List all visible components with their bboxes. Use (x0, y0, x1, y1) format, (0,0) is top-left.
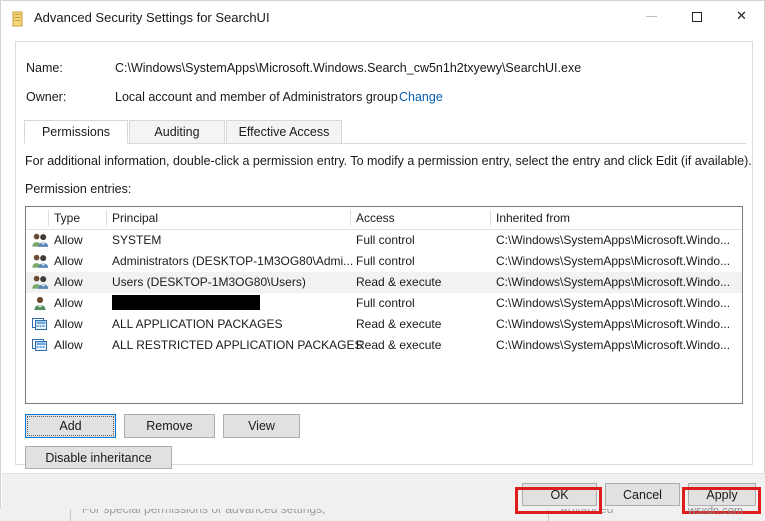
table-row[interactable]: Allow ALL RESTRICTED APPLICATION PACKAGES… (26, 335, 742, 356)
cell-inherited-from: C:\Windows\SystemApps\Microsoft.Windo... (496, 254, 730, 268)
owner-label: Owner: (26, 90, 66, 104)
table-row[interactable]: Allow Administrators (DESKTOP-1M3OG80\Adm… (26, 251, 742, 272)
column-header-inherited[interactable]: Inherited from (496, 211, 570, 225)
info-text: For additional information, double-click… (25, 154, 752, 168)
name-label: Name: (26, 61, 63, 75)
app-package-icon (32, 316, 48, 332)
permission-table-body: Allow SYSTEM Full control C:\Windows\System… (26, 230, 742, 356)
tab-strip: PermissionsAuditingEffective Access (24, 120, 746, 144)
tab-effective-access[interactable]: Effective Access (226, 120, 342, 144)
close-button[interactable]: ✕ (719, 1, 764, 32)
cell-access: Full control (356, 233, 415, 247)
watermark: wsxdn.com (688, 505, 743, 517)
name-value: C:\Windows\SystemApps\Microsoft.Windows.… (115, 61, 581, 75)
app-package-icon (32, 337, 48, 353)
tab-permissions[interactable]: Permissions (24, 120, 128, 144)
cell-principal: SYSTEM (112, 233, 161, 247)
ok-button[interactable]: OK (522, 483, 597, 506)
permission-entries-list[interactable]: Type Principal Access Inherited from All… (25, 206, 743, 404)
cell-inherited-from: C:\Windows\SystemApps\Microsoft.Windo... (496, 317, 730, 331)
owner-change-link[interactable]: Change (399, 90, 443, 104)
disable-inheritance-button[interactable]: Disable inheritance (25, 446, 172, 469)
cell-principal: Users (DESKTOP-1M3OG80\Users) (112, 275, 306, 289)
cell-principal: ALL APPLICATION PACKAGES (112, 317, 283, 331)
add-button[interactable]: Add (25, 414, 116, 438)
column-divider[interactable] (106, 210, 107, 226)
remove-button[interactable]: Remove (124, 414, 215, 438)
cell-access: Read & execute (356, 275, 441, 289)
minimize-icon (646, 16, 657, 17)
column-header-type[interactable]: Type (54, 211, 80, 225)
group-users-icon (32, 274, 48, 290)
close-icon: ✕ (736, 10, 747, 23)
cell-inherited-from: C:\Windows\SystemApps\Microsoft.Windo... (496, 233, 730, 247)
maximize-button[interactable] (674, 1, 719, 32)
cell-type: Allow (54, 275, 83, 289)
view-button[interactable]: View (223, 414, 300, 438)
cell-access: Read & execute (356, 317, 441, 331)
permission-table-header: Type Principal Access Inherited from (26, 207, 742, 230)
cell-type: Allow (54, 296, 83, 310)
group-users-icon (32, 253, 48, 269)
tab-auditing[interactable]: Auditing (129, 120, 225, 144)
table-row[interactable]: Allow Users (DESKTOP-1M3OG80\Users) Read &… (26, 272, 742, 293)
cell-access: Full control (356, 296, 415, 310)
cell-type: Allow (54, 233, 83, 247)
name-row: Name: C:\Windows\SystemApps\Microsoft.Wi… (16, 61, 752, 79)
content-panel: Name: C:\Windows\SystemApps\Microsoft.Wi… (15, 41, 753, 465)
table-row[interactable]: Allow ALL APPLICATION PACKAGES Read & exec… (26, 314, 742, 335)
column-divider[interactable] (48, 210, 49, 226)
column-divider[interactable] (350, 210, 351, 226)
minimize-button[interactable] (629, 1, 674, 32)
cell-access: Read & execute (356, 338, 441, 352)
table-row[interactable]: Allow Full control C:\Windows\SystemApps\M… (26, 293, 742, 314)
owner-row: Owner: Local account and member of Admin… (16, 90, 752, 108)
column-header-access[interactable]: Access (356, 211, 395, 225)
cell-inherited-from: C:\Windows\SystemApps\Microsoft.Windo... (496, 275, 730, 289)
single-user-icon (32, 295, 48, 311)
cell-principal: Administrators (DESKTOP-1M3OG80\Admi... (112, 254, 353, 268)
cell-access: Full control (356, 254, 415, 268)
apply-button[interactable]: Apply (688, 483, 756, 506)
cancel-button[interactable]: Cancel (605, 483, 680, 506)
group-users-icon (32, 232, 48, 248)
owner-value: Local account and member of Administrato… (115, 90, 398, 104)
column-header-principal[interactable]: Principal (112, 211, 158, 225)
table-row[interactable]: Allow SYSTEM Full control C:\Windows\System… (26, 230, 742, 251)
cell-type: Allow (54, 317, 83, 331)
column-divider[interactable] (490, 210, 491, 226)
tab-underline (24, 143, 746, 144)
cell-principal: ALL RESTRICTED APPLICATION PACKAGES (112, 338, 362, 352)
cell-type: Allow (54, 254, 83, 268)
permission-entries-label: Permission entries: (25, 182, 131, 196)
cell-inherited-from: C:\Windows\SystemApps\Microsoft.Windo... (496, 338, 730, 352)
security-folder-icon (12, 11, 26, 27)
title-bar: Advanced Security Settings for SearchUI … (1, 1, 764, 36)
cell-inherited-from: C:\Windows\SystemApps\Microsoft.Windo... (496, 296, 730, 310)
redacted-principal-bar (112, 295, 260, 310)
maximize-icon (692, 12, 702, 22)
window-title: Advanced Security Settings for SearchUI (34, 10, 270, 25)
cell-type: Allow (54, 338, 83, 352)
advanced-security-settings-dialog: Advanced Security Settings for SearchUI … (0, 0, 765, 508)
